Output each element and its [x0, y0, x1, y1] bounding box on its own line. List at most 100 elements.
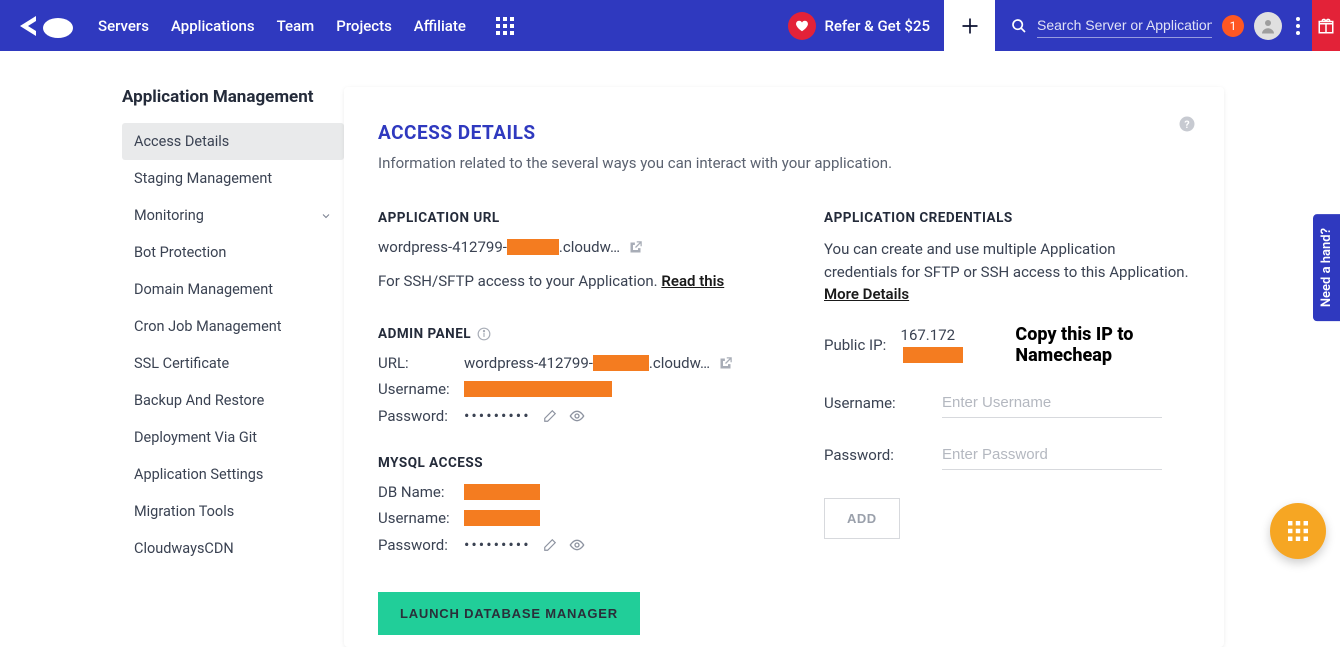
search-input[interactable] [1037, 13, 1212, 38]
mysql-password-label: Password: [378, 536, 464, 554]
sidebar-item-settings[interactable]: Application Settings [122, 456, 344, 493]
eye-icon[interactable] [569, 537, 585, 553]
admin-password-label: Password: [378, 407, 464, 425]
admin-username-row: Username: [378, 380, 778, 398]
refer-link[interactable]: Refer & Get $25 [788, 12, 930, 40]
sidebar-item-label: Monitoring [134, 207, 204, 224]
admin-heading: ADMIN PANEL [378, 326, 471, 342]
section-mysql: MYSQL ACCESS [378, 455, 778, 471]
svg-text:?: ? [1184, 118, 1189, 131]
fab-apps-icon[interactable] [1270, 503, 1326, 559]
chevron-down-icon [320, 210, 332, 222]
need-a-hand-tab[interactable]: Need a hand? [1313, 214, 1340, 321]
nav-servers[interactable]: Servers [98, 17, 149, 35]
heart-icon [788, 12, 816, 40]
cred-username-input[interactable] [942, 388, 1162, 418]
admin-username-label: Username: [378, 380, 464, 398]
ssh-note-text: For SSH/SFTP access to your Application. [378, 272, 661, 290]
url-suffix: .cloudw… [559, 238, 620, 256]
top-nav: Servers Applications Team Projects Affil… [0, 0, 1340, 51]
sidebar-item-domain[interactable]: Domain Management [122, 271, 344, 308]
help-icon[interactable]: ? [1178, 115, 1196, 133]
mysql-username-label: Username: [378, 509, 464, 527]
sidebar-item-label: Deployment Via Git [134, 429, 257, 446]
external-link-icon[interactable] [718, 356, 733, 371]
password-masked: ••••••••• [464, 535, 531, 554]
redacted [464, 510, 540, 526]
edit-icon[interactable] [543, 538, 557, 552]
sidebar-item-label: Domain Management [134, 281, 273, 298]
admin-password-row: Password: ••••••••• [378, 406, 778, 425]
nav-team[interactable]: Team [277, 17, 315, 35]
eye-icon[interactable] [569, 408, 585, 424]
sidebar-item-migration[interactable]: Migration Tools [122, 493, 344, 530]
avatar[interactable] [1254, 12, 1282, 40]
nav-applications[interactable]: Applications [171, 17, 255, 35]
credentials-desc: You can create and use multiple Applicat… [824, 238, 1190, 306]
external-link-icon[interactable] [628, 240, 643, 255]
info-icon[interactable] [477, 327, 491, 341]
add-credential-button[interactable]: ADD [824, 498, 900, 539]
public-ip-value[interactable]: 167.172 [901, 326, 994, 362]
section-application-url: APPLICATION URL [378, 210, 778, 226]
edit-icon[interactable] [543, 409, 557, 423]
sidebar-item-cron[interactable]: Cron Job Management [122, 308, 344, 345]
search-wrap [1011, 13, 1212, 38]
main: Application Management Access Details St… [0, 51, 1340, 647]
section-admin-panel: ADMIN PANEL [378, 326, 778, 342]
sidebar-item-staging[interactable]: Staging Management [122, 160, 344, 197]
logo[interactable] [18, 12, 76, 40]
sidebar-item-monitoring[interactable]: Monitoring [122, 197, 344, 234]
cred-username-label: Username: [824, 394, 942, 412]
cred-password-label: Password: [824, 446, 942, 464]
admin-url-row: URL: wordpress-412799-.cloudw… [378, 354, 778, 372]
sidebar-item-ssl[interactable]: SSL Certificate [122, 345, 344, 382]
launch-db-manager-button[interactable]: LAUNCH DATABASE MANAGER [378, 592, 640, 635]
public-ip-label: Public IP: [824, 336, 901, 354]
content-panel: ? ACCESS DETAILS Information related to … [344, 87, 1224, 647]
url-suffix: .cloudw… [649, 354, 710, 372]
credentials-desc-text: You can create and use multiple Applicat… [824, 240, 1189, 281]
mysql-db-label: DB Name: [378, 483, 464, 501]
sidebar-item-cdn[interactable]: CloudwaysCDN [122, 530, 344, 567]
sidebar-title: Application Management [122, 87, 344, 107]
section-credentials: APPLICATION CREDENTIALS [824, 210, 1190, 226]
ssh-note: For SSH/SFTP access to your Application.… [378, 272, 778, 290]
columns: APPLICATION URL wordpress-412799-.cloudw… [378, 210, 1190, 635]
apps-grid-icon[interactable] [496, 17, 514, 35]
admin-url-value[interactable]: wordpress-412799-.cloudw… [464, 354, 733, 372]
top-nav-right: Refer & Get $25 1 [788, 0, 1340, 51]
more-details-link[interactable]: More Details [824, 285, 909, 303]
sidebar-item-label: Access Details [134, 133, 229, 150]
read-this-link[interactable]: Read this [661, 272, 724, 290]
cred-password-input[interactable] [942, 440, 1162, 470]
sidebar-item-git[interactable]: Deployment Via Git [122, 419, 344, 456]
sidebar-item-label: Migration Tools [134, 503, 234, 520]
admin-url-label: URL: [378, 354, 464, 372]
sidebar: Application Management Access Details St… [122, 87, 344, 647]
sidebar-item-label: Backup And Restore [134, 392, 264, 409]
cred-password-row: Password: [824, 440, 1190, 470]
application-url[interactable]: wordpress-412799-.cloudw… [378, 238, 778, 256]
nav-projects[interactable]: Projects [336, 17, 392, 35]
nav-links: Servers Applications Team Projects Affil… [98, 17, 466, 35]
sidebar-item-bot-protection[interactable]: Bot Protection [122, 234, 344, 271]
notification-badge[interactable]: 1 [1222, 15, 1244, 37]
nav-affiliate[interactable]: Affiliate [414, 17, 466, 35]
redacted [507, 239, 559, 255]
search-icon [1011, 18, 1027, 34]
refer-text: Refer & Get $25 [824, 17, 930, 35]
redacted [464, 381, 612, 397]
sidebar-item-label: Bot Protection [134, 244, 226, 261]
sidebar-item-access-details[interactable]: Access Details [122, 123, 344, 160]
redacted [593, 355, 649, 371]
add-button[interactable] [944, 0, 995, 51]
redacted [903, 347, 963, 363]
more-menu-icon[interactable] [1290, 17, 1306, 35]
sidebar-item-label: CloudwaysCDN [134, 540, 234, 557]
sidebar-item-label: SSL Certificate [134, 355, 229, 372]
gift-icon[interactable] [1312, 0, 1340, 51]
mysql-username-row: Username: [378, 509, 778, 527]
redacted [464, 484, 540, 500]
sidebar-item-backup[interactable]: Backup And Restore [122, 382, 344, 419]
